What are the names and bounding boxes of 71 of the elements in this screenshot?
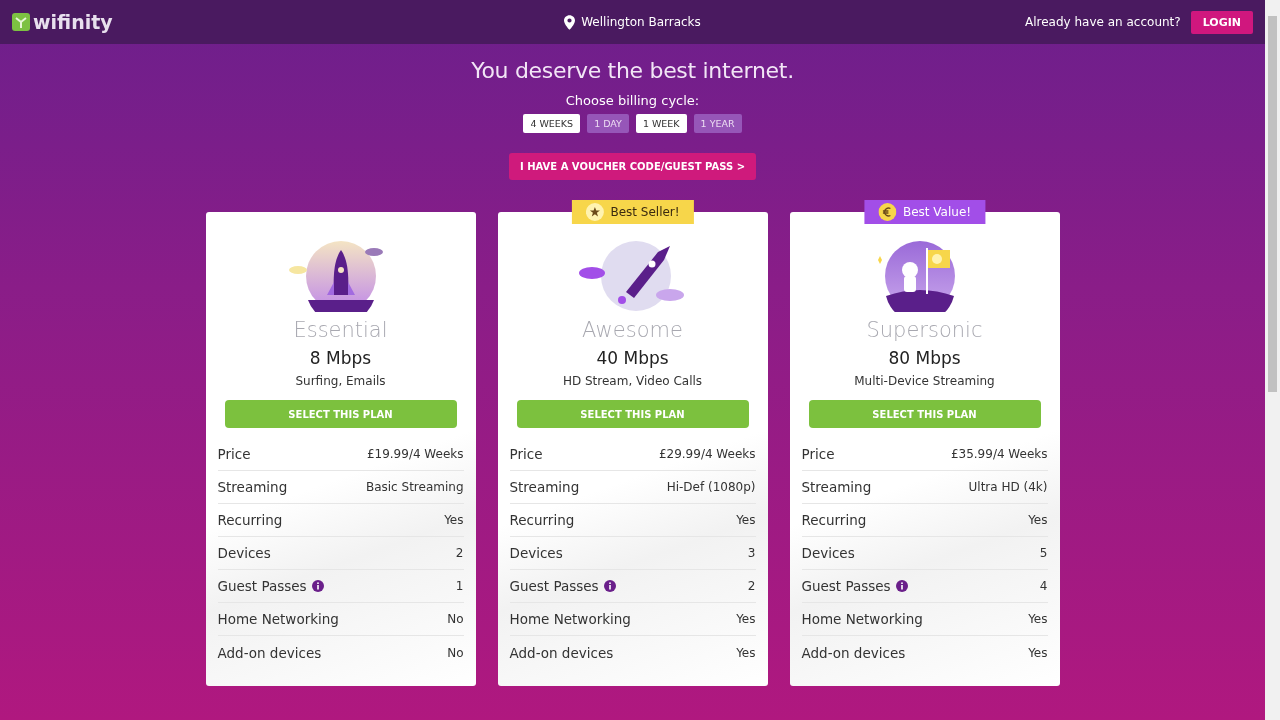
feature-label: Recurring: [509, 512, 575, 528]
feature-label: Guest Passes: [801, 578, 891, 594]
feature-label: Streaming: [509, 479, 580, 495]
plan-name: Supersonic: [866, 318, 983, 342]
feature-label: Devices: [801, 545, 855, 561]
feature-value: 1: [455, 579, 464, 593]
feature-label: Price: [801, 446, 835, 462]
billing-cycle-tab[interactable]: 1 WEEK: [635, 114, 687, 133]
feature-value: Yes: [1028, 513, 1048, 527]
feature-value: Basic Streaming: [365, 480, 464, 494]
feature-value: Yes: [1028, 645, 1048, 660]
feature-label: Home Networking: [509, 611, 631, 627]
feature-label: Home Networking: [801, 611, 923, 627]
feature-label: Home Networking: [217, 611, 339, 627]
feature-value: 2: [747, 579, 756, 593]
ribbon-label: Best Value!: [902, 205, 972, 219]
feature-label: Streaming: [801, 479, 872, 495]
info-icon[interactable]: [311, 580, 324, 592]
feature-value: Yes: [736, 513, 756, 527]
feature-value: 3: [747, 546, 756, 560]
feature-label: Add-on devices: [801, 644, 906, 661]
headline: You deserve the best internet.: [471, 58, 794, 83]
feature-value: £29.99/4 Weeks: [658, 447, 756, 461]
feature-value: £19.99/4 Weeks: [366, 447, 464, 461]
ribbon-label: Best Seller!: [610, 205, 680, 219]
logo-icon: [12, 13, 30, 31]
plan-usage: Surfing, Emails: [295, 374, 386, 388]
feature-label: Price: [509, 446, 543, 462]
feature-value: No: [447, 645, 464, 660]
billing-cycle-tab[interactable]: 1 DAY: [587, 114, 629, 133]
feature-value: Yes: [736, 645, 756, 660]
feature-label: Price: [217, 446, 251, 462]
account-prompt: Already have an account?: [1025, 15, 1181, 29]
plan-name: Essential: [293, 318, 388, 342]
feature-label: Guest Passes: [217, 578, 307, 594]
feature-label: Devices: [217, 545, 271, 561]
feature-label: Recurring: [801, 512, 867, 528]
location-text: Wellington Barracks: [581, 15, 701, 29]
voucher-button[interactable]: I HAVE A VOUCHER CODE/GUEST PASS >: [508, 153, 757, 180]
feature-label: Devices: [509, 545, 563, 561]
info-icon[interactable]: [603, 580, 616, 592]
feature-value: Yes: [736, 612, 756, 626]
login-button[interactable]: LOGIN: [1190, 10, 1253, 34]
feature-value: 5: [1039, 546, 1048, 560]
feature-label: Add-on devices: [217, 644, 322, 661]
feature-label: Guest Passes: [509, 578, 599, 594]
plan-name: Awesome: [582, 318, 683, 342]
feature-value: No: [447, 612, 464, 626]
plan-speed: 40 Mbps: [596, 348, 669, 368]
plan-usage: HD Stream, Video Calls: [562, 374, 703, 388]
billing-cycle-tab[interactable]: 4 WEEKS: [523, 114, 581, 133]
scrollbar[interactable]: [1265, 0, 1280, 720]
euro-coin-icon: [877, 203, 896, 221]
plan-speed: 80 Mbps: [888, 348, 961, 368]
feature-label: Recurring: [217, 512, 283, 528]
feature-label: Add-on devices: [509, 644, 614, 661]
billing-cycle-tab[interactable]: 1 YEAR: [693, 114, 742, 133]
info-icon[interactable]: [895, 580, 908, 592]
billing-label: Choose billing cycle:: [565, 93, 700, 108]
feature-value: 2: [455, 546, 464, 560]
location-pin-icon: [564, 14, 576, 30]
logo-text[interactable]: wifinity: [33, 11, 113, 33]
feature-value: £35.99/4 Weeks: [950, 447, 1048, 461]
feature-value: Yes: [444, 513, 464, 527]
plan-speed: 8 Mbps: [309, 348, 372, 368]
feature-value: 4: [1039, 579, 1048, 593]
feature-label: Streaming: [217, 479, 288, 495]
feature-value: Hi-Def (1080p): [666, 480, 756, 494]
plan-usage: Multi-Device Streaming: [854, 374, 995, 388]
feature-value: Ultra HD (4k): [968, 480, 1048, 494]
feature-value: Yes: [1028, 612, 1048, 626]
